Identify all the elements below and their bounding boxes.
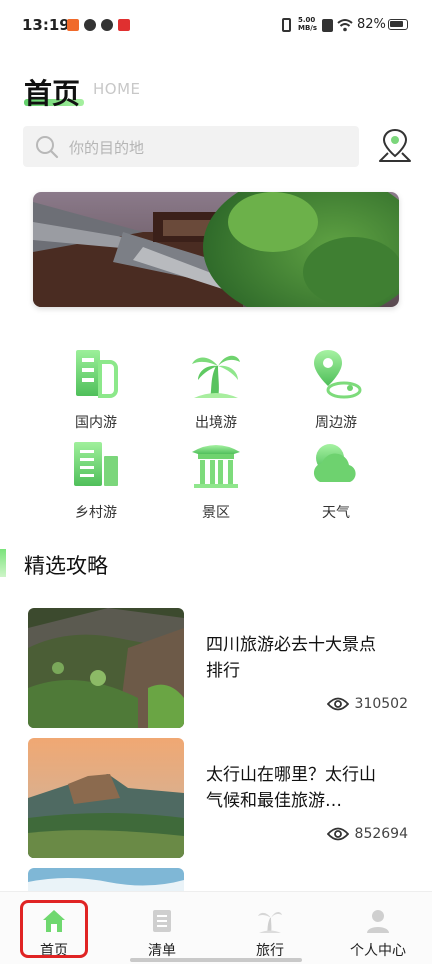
- nfc-icon: [322, 19, 333, 32]
- category-label: 景区: [202, 505, 230, 521]
- crown-icon: [84, 19, 96, 31]
- home-indicator: [130, 958, 302, 962]
- list-icon: [153, 910, 171, 932]
- category-village[interactable]: 乡村游: [46, 438, 146, 522]
- village-icon: [74, 442, 118, 486]
- vibrate-icon: [282, 18, 291, 32]
- tab-profile[interactable]: 个人中心: [324, 892, 432, 965]
- article-title: 太行山在哪里？太行山气候和最佳旅游…: [206, 765, 376, 811]
- user-icon: [367, 910, 389, 933]
- category-nearby[interactable]: 周边游: [286, 348, 386, 432]
- article-title: 四川旅游必去十大景点排行: [206, 635, 376, 681]
- battery-percent: 82%: [357, 17, 386, 32]
- view-count-value: 310502: [354, 696, 408, 712]
- search-placeholder: 你的目的地: [69, 139, 145, 157]
- building-icon: [76, 350, 118, 398]
- article-card[interactable]: 四川旅游必去十大景点排行 310502: [28, 608, 408, 728]
- view-count: 310502: [326, 696, 408, 712]
- net-speed: 5.00 MB/s: [298, 16, 318, 32]
- travel-icon: [258, 911, 282, 933]
- article-card[interactable]: 太行山在哪里？太行山气候和最佳旅游… 852694: [28, 738, 408, 858]
- eye-icon: [326, 827, 349, 841]
- status-bar: 13:19 5.00 MB/s 82%: [0, 0, 432, 52]
- article-thumbnail: [28, 738, 184, 858]
- section-accent-bar: [0, 549, 6, 577]
- section-title: 精选攻略: [24, 554, 108, 578]
- search-icon: [36, 136, 59, 159]
- tab-travel[interactable]: 旅行: [216, 892, 324, 965]
- notification-icon: [67, 19, 79, 31]
- battery-icon: [388, 19, 408, 30]
- tab-list[interactable]: 清单: [108, 892, 216, 965]
- page-title: 首页: [24, 77, 81, 110]
- view-count-value: 852694: [354, 826, 408, 842]
- article-thumbnail: [28, 608, 184, 728]
- category-overseas[interactable]: 出境游: [166, 348, 266, 432]
- category-label: 出境游: [195, 415, 237, 431]
- tab-label: 个人中心: [350, 943, 406, 959]
- search-input[interactable]: 你的目的地: [23, 126, 359, 167]
- location-icon[interactable]: [378, 128, 412, 164]
- wifi-icon: [337, 19, 353, 32]
- category-label: 国内游: [75, 415, 117, 431]
- page-subtitle: HOME: [93, 80, 141, 98]
- category-scenic[interactable]: 景区: [166, 438, 266, 522]
- category-weather[interactable]: 天气: [286, 438, 386, 522]
- category-domestic[interactable]: 国内游: [46, 348, 146, 432]
- category-label: 乡村游: [75, 505, 117, 521]
- status-time: 13:19: [22, 16, 70, 34]
- eye-icon: [326, 697, 349, 711]
- app-icon: [101, 19, 113, 31]
- palm-tree-icon: [192, 355, 240, 398]
- view-count: 852694: [326, 826, 408, 842]
- pavilion-icon: [192, 445, 240, 488]
- cloud-icon: [313, 444, 356, 482]
- map-pin-icon: [314, 350, 362, 399]
- tab-home-highlight: [20, 900, 88, 958]
- app-badge-icon: [118, 19, 130, 31]
- tab-label: 清单: [148, 943, 176, 959]
- tab-label: 旅行: [256, 943, 284, 959]
- category-label: 天气: [322, 505, 350, 521]
- banner-image[interactable]: [33, 192, 399, 307]
- category-label: 周边游: [315, 415, 357, 431]
